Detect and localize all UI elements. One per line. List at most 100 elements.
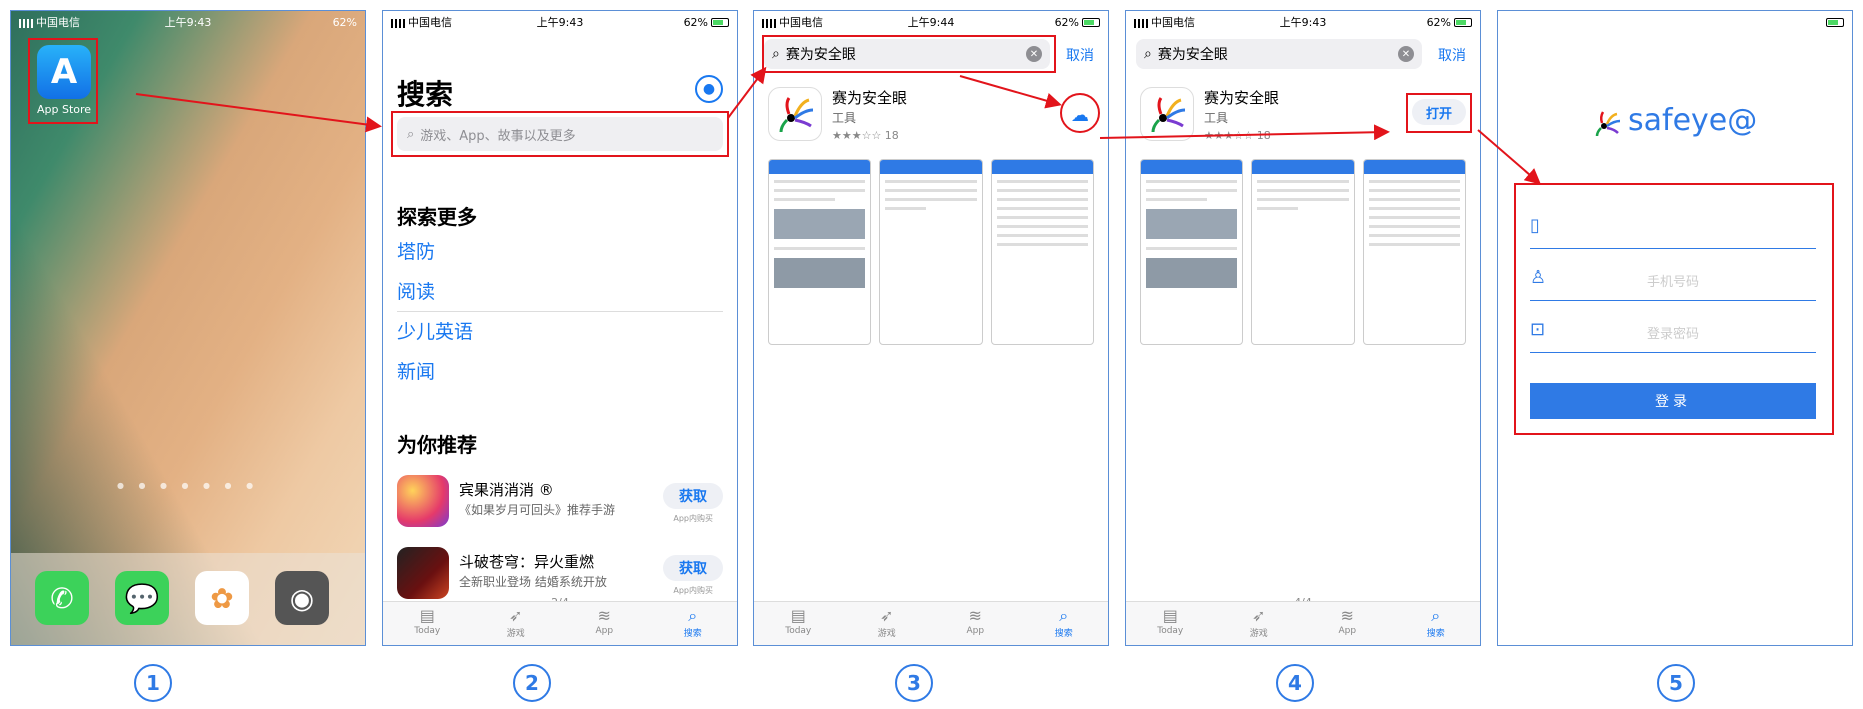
screenshot-strip (1140, 159, 1466, 345)
app-subtitle: 全新职业登场 结婚系统开放 (459, 575, 607, 589)
tab-apps[interactable]: ≋ App (560, 602, 649, 645)
battery-icon (1454, 18, 1473, 27)
tab-search[interactable]: ⌕ 搜索 (1392, 602, 1481, 645)
tab-games[interactable]: ➶ 游戏 (1215, 602, 1304, 645)
tab-label: Today (414, 626, 441, 636)
battery-icon (711, 18, 730, 27)
screen-login: safeye@ ▯ ♙ 手机号码 ⊡ 登录密码 登录 (1497, 10, 1853, 646)
app-rating: ★★★☆☆ 18 (1204, 129, 1271, 142)
rocket-icon: ➶ (509, 606, 523, 625)
tab-label: Today (1157, 626, 1184, 636)
tab-search[interactable]: ⌕ 搜索 (1020, 602, 1109, 645)
carrier-label: 中国电信 (1151, 16, 1195, 29)
tab-today[interactable]: ▤ Today (1126, 602, 1215, 645)
explore-link[interactable]: 新闻 (397, 357, 435, 384)
time-label: 上午9:43 (1279, 16, 1327, 29)
app-screenshot (990, 159, 1094, 345)
app-icon[interactable] (768, 87, 822, 141)
app-screenshot (1362, 159, 1466, 345)
step-number: 2 (513, 664, 551, 702)
photos-icon[interactable]: ✿ (195, 571, 249, 625)
tab-label: App (966, 626, 985, 636)
tab-today[interactable]: ▤ Today (383, 602, 472, 645)
tab-search[interactable]: ⌕ 搜索 (649, 602, 738, 645)
rocket-icon: ➶ (1252, 606, 1266, 625)
app-category: 工具 (832, 111, 857, 125)
carrier-label: 中国电信 (36, 16, 80, 29)
step-number: 3 (895, 664, 933, 702)
explore-link[interactable]: 阅读 (397, 277, 435, 304)
explore-link[interactable]: 少儿英语 (397, 317, 473, 344)
account-icon[interactable]: ● (695, 75, 723, 103)
tab-label: 搜索 (683, 629, 702, 639)
layers-icon: ≋ (1340, 606, 1354, 625)
messages-icon[interactable]: 💬 (115, 571, 169, 625)
app-rating: ★★★☆☆ 18 (832, 129, 899, 142)
login-button[interactable]: 登录 (1530, 383, 1816, 419)
tab-games[interactable]: ➶ 游戏 (843, 602, 932, 645)
dock: ✆ 💬 ✿ ◉ (11, 553, 365, 645)
status-bar: 中国电信 上午9:43 62% (1126, 11, 1480, 33)
battery-label: 62% (683, 15, 709, 29)
rocket-icon: ➶ (880, 606, 894, 625)
today-icon: ▤ (790, 606, 806, 625)
highlight-box (28, 38, 98, 124)
cancel-button[interactable]: 取消 (1438, 45, 1466, 65)
get-button[interactable]: 获取 (663, 483, 723, 509)
search-icon: ⌕ (1431, 606, 1441, 625)
game-icon (397, 547, 449, 599)
logo-text: safeye@ (1628, 103, 1758, 138)
app-icon[interactable] (1140, 87, 1194, 141)
tab-label: 搜索 (1426, 629, 1445, 639)
app-category: 工具 (1204, 111, 1229, 125)
get-button[interactable]: 获取 (663, 555, 723, 581)
tab-games[interactable]: ➶ 游戏 (472, 602, 561, 645)
search-icon: ⌕ (1059, 606, 1069, 625)
search-input[interactable]: ⌕ 赛为安全眼 ✕ (1136, 39, 1422, 69)
explore-link[interactable]: 塔防 (397, 237, 435, 264)
highlight-box (1406, 93, 1472, 133)
phone-field[interactable]: ♙ 手机号码 (1530, 257, 1816, 301)
tab-label: 游戏 (877, 629, 896, 639)
phone-icon[interactable]: ✆ (35, 571, 89, 625)
phone-placeholder: 手机号码 (1646, 275, 1699, 290)
app-name: 赛为安全眼 (832, 89, 908, 107)
password-field[interactable]: ⊡ 登录密码 (1530, 309, 1816, 353)
status-bar: 中国电信 上午9:43 62% (383, 11, 737, 33)
cancel-button[interactable]: 取消 (1066, 45, 1094, 65)
app-name: 宾果消消消 ® (459, 481, 554, 499)
tab-label: 游戏 (1249, 629, 1268, 639)
building-icon: ▯ (1530, 215, 1540, 236)
time-label: 上午9:43 (164, 16, 212, 29)
battery-label: 62% (1054, 15, 1080, 29)
in-app-note: App内购买 (673, 514, 713, 523)
camera-icon[interactable]: ◉ (275, 571, 329, 625)
search-icon: ⌕ (688, 606, 698, 625)
in-app-note: App内购买 (673, 586, 713, 595)
layers-icon: ≋ (597, 606, 611, 625)
tab-today[interactable]: ▤ Today (754, 602, 843, 645)
safeye-logo-icon (779, 97, 814, 133)
app-screenshot (1251, 159, 1355, 345)
highlight-box (762, 35, 1056, 73)
list-item[interactable]: 宾果消消消 ® 《如果岁月可回头》推荐手游 获取 App内购买 (397, 475, 723, 535)
tab-apps[interactable]: ≋ App (931, 602, 1020, 645)
today-icon: ▤ (1162, 606, 1178, 625)
time-label: 上午9:44 (907, 16, 955, 29)
tab-label: App (1338, 626, 1357, 636)
app-subtitle: 《如果岁月可回头》推荐手游 (459, 503, 616, 517)
status-bar: 中国电信 上午9:44 62% (754, 11, 1108, 33)
screen-home: 中国电信 上午9:43 62% A App Store ● ● ● ● ● ● … (10, 10, 366, 646)
screen-results: 中国电信 上午9:44 62% ⌕ 赛为安全眼 ✕ 取消 赛为安全眼 工具 ★★… (753, 10, 1109, 646)
tab-label: 搜索 (1054, 629, 1073, 639)
layers-icon: ≋ (968, 606, 982, 625)
battery-label: 62% (1426, 15, 1452, 29)
clear-icon[interactable]: ✕ (1398, 46, 1414, 62)
tab-apps[interactable]: ≋ App (1303, 602, 1392, 645)
battery-icon (1826, 18, 1845, 27)
page-dots: ● ● ● ● ● ● ● (116, 481, 260, 490)
app-name: 斗破苍穹：异火重燃 (459, 553, 595, 571)
highlight-circle (1060, 93, 1100, 133)
company-field[interactable]: ▯ (1530, 205, 1816, 249)
battery-icon (1082, 18, 1101, 27)
